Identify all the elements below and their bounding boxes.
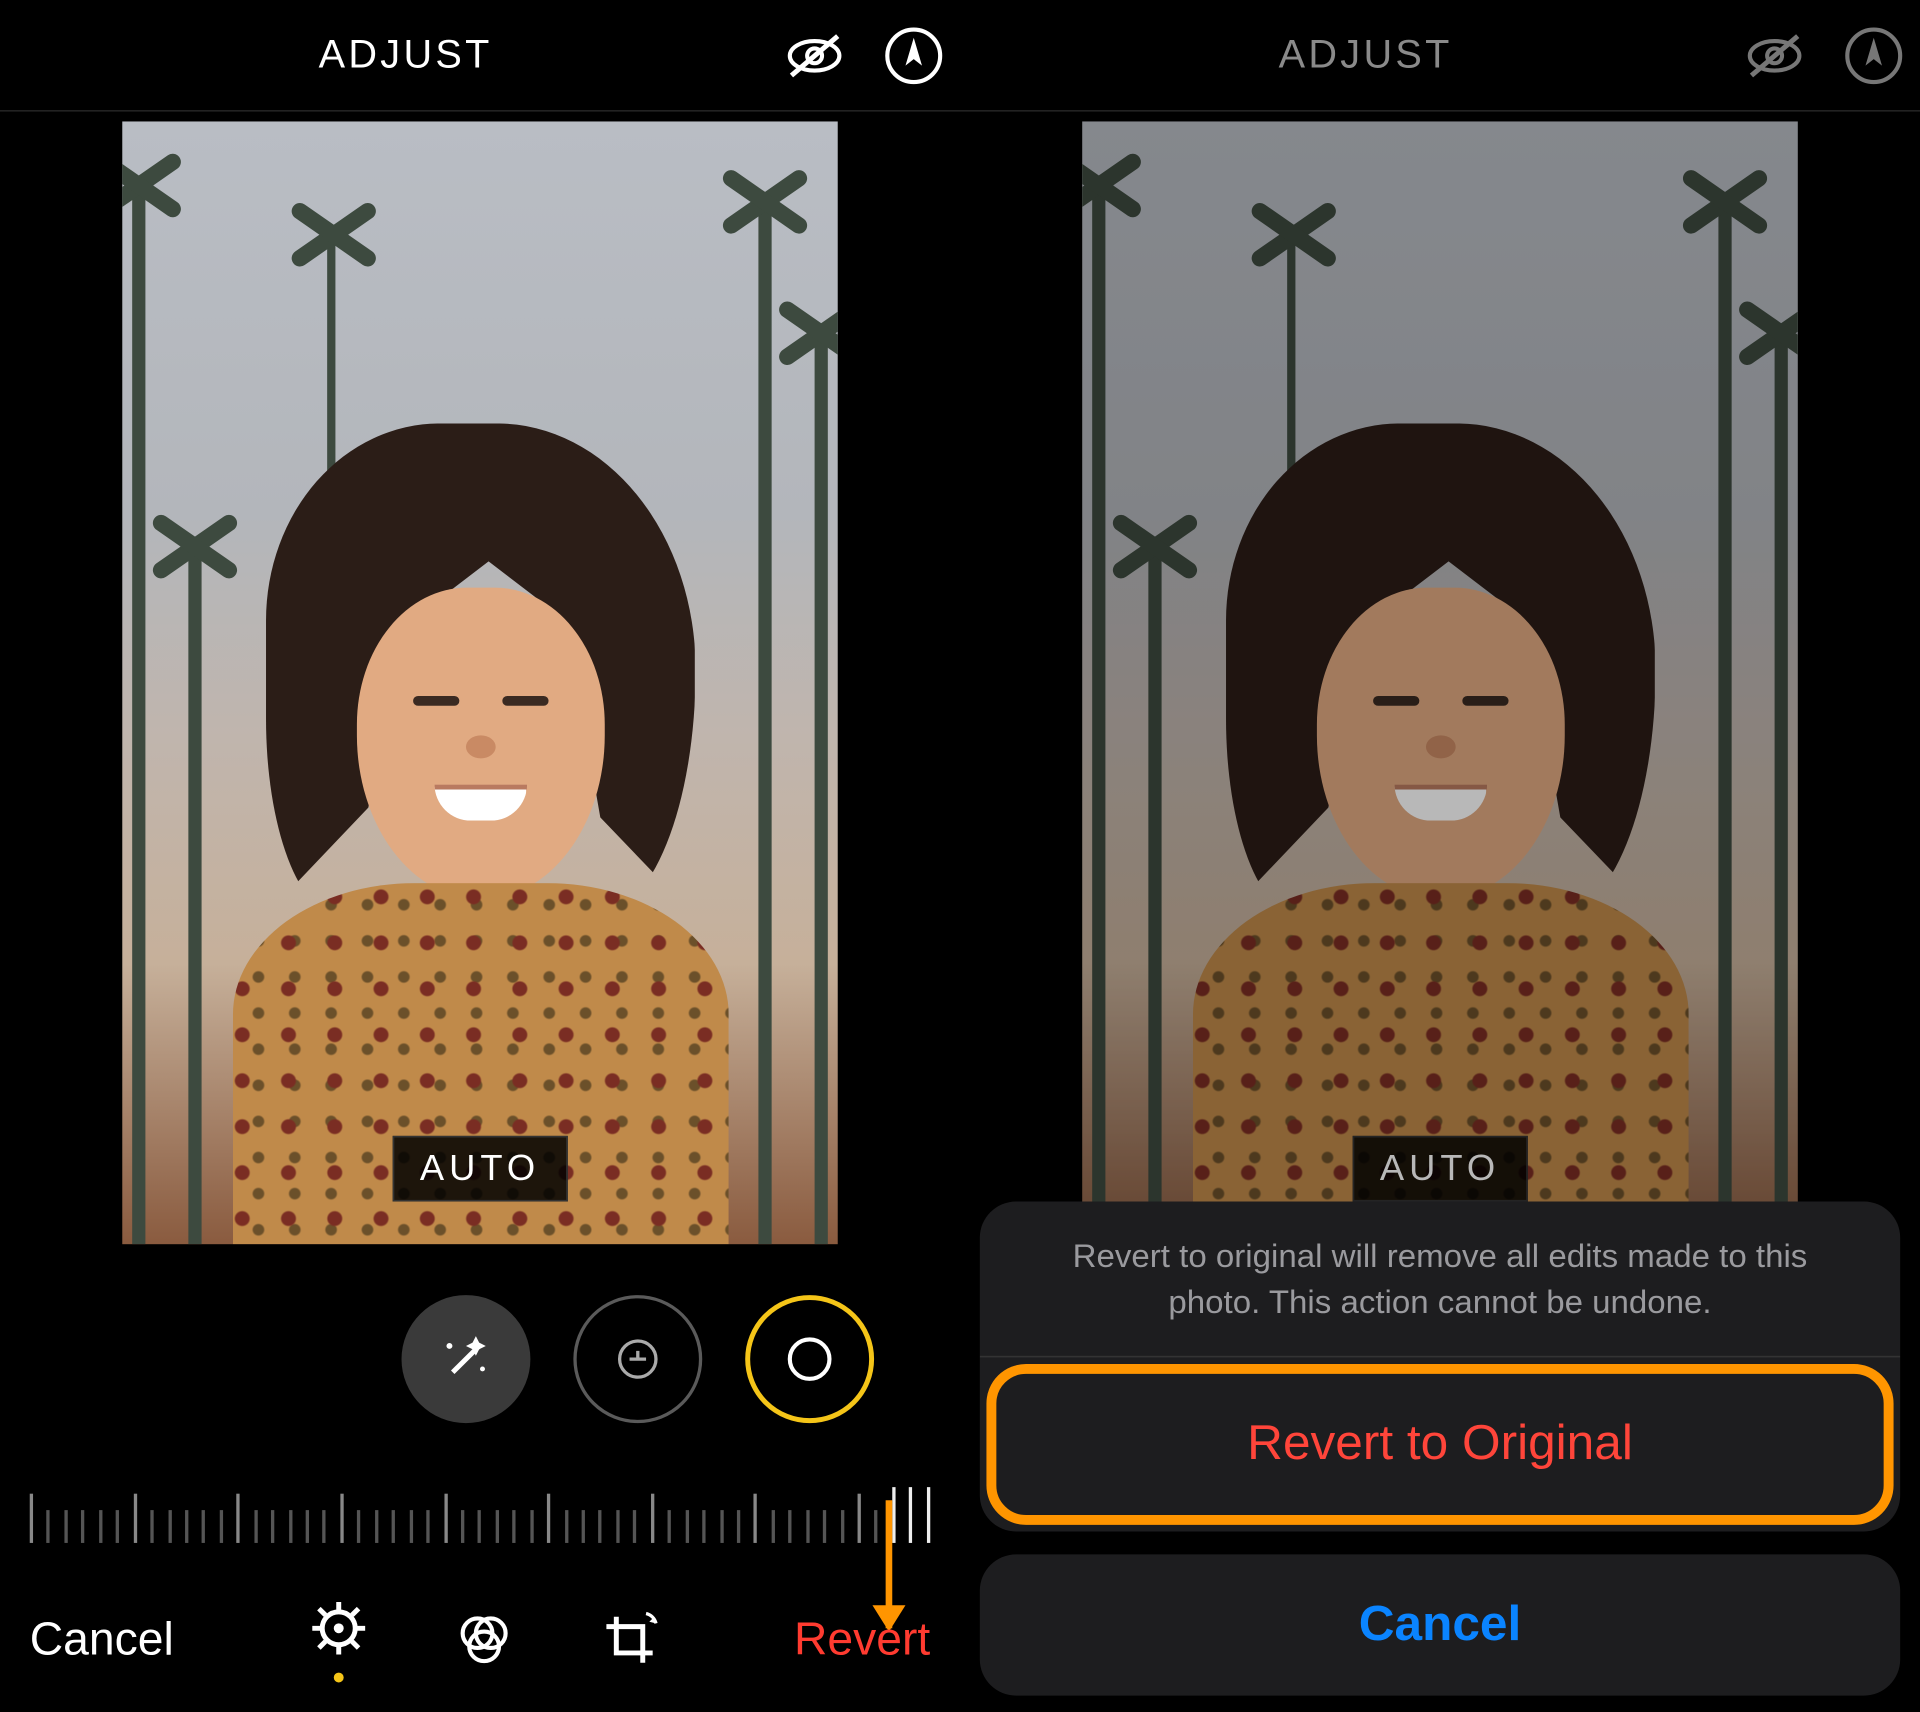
auto-badge: AUTO bbox=[392, 1136, 568, 1202]
mode-title: ADJUST bbox=[319, 32, 493, 78]
adjustment-slider[interactable] bbox=[30, 1477, 931, 1543]
action-sheet-message: Revert to original will remove all edits… bbox=[980, 1202, 1900, 1356]
photo-preview[interactable]: AUTO bbox=[122, 121, 837, 1244]
adjust-tab[interactable] bbox=[309, 1598, 368, 1682]
action-sheet-cancel-card: Cancel bbox=[980, 1554, 1900, 1695]
eye-off-icon bbox=[1742, 22, 1808, 88]
markup-icon[interactable] bbox=[884, 25, 943, 84]
exposure-icon bbox=[609, 1331, 665, 1387]
bottom-bar: Cancel Revert bbox=[0, 1568, 960, 1712]
mode-title: ADJUST bbox=[1279, 32, 1453, 78]
top-bar: ADJUST bbox=[0, 0, 960, 112]
adjustment-tools bbox=[0, 1277, 960, 1441]
exposure-tool[interactable] bbox=[573, 1295, 702, 1423]
photo-preview: AUTO bbox=[1082, 121, 1797, 1244]
auto-enhance-tool[interactable] bbox=[401, 1295, 530, 1423]
adjust-icon bbox=[309, 1598, 368, 1657]
action-sheet-card: Revert to original will remove all edits… bbox=[980, 1202, 1900, 1532]
filters-icon[interactable] bbox=[454, 1610, 513, 1669]
eye-off-icon[interactable] bbox=[782, 22, 848, 88]
brilliance-icon bbox=[781, 1331, 837, 1387]
markup-icon bbox=[1844, 25, 1903, 84]
action-sheet: Revert to original will remove all edits… bbox=[980, 1202, 1900, 1696]
revert-to-original-button[interactable]: Revert to Original bbox=[996, 1374, 1883, 1515]
top-bar: ADJUST bbox=[960, 0, 1920, 112]
sheet-cancel-button[interactable]: Cancel bbox=[980, 1554, 1900, 1695]
brilliance-tool[interactable] bbox=[744, 1295, 873, 1423]
crop-icon[interactable] bbox=[600, 1610, 659, 1669]
cancel-button[interactable]: Cancel bbox=[30, 1614, 174, 1667]
auto-badge: AUTO bbox=[1352, 1136, 1528, 1202]
revert-button[interactable]: Revert bbox=[794, 1614, 930, 1667]
tutorial-highlight: Revert to Original bbox=[986, 1364, 1893, 1525]
magic-wand-icon bbox=[432, 1326, 498, 1392]
editor-screen-revert-sheet: ADJUST bbox=[960, 0, 1920, 1712]
editor-screen-before: ADJUST bbox=[0, 0, 960, 1712]
